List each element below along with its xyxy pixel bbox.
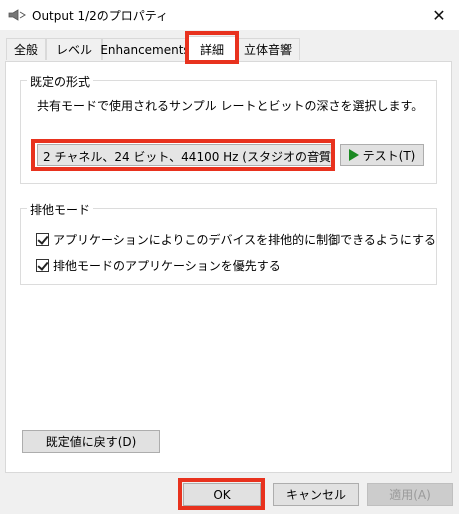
allow-exclusive-control-checkbox[interactable]: アプリケーションによりこのデバイスを排他的に制御できるようにする xyxy=(36,231,436,248)
format-select[interactable]: 2 チャネル、24 ビット、44100 Hz (スタジオの音質) ﹀ xyxy=(37,144,336,166)
default-format-group xyxy=(20,80,437,184)
checkbox-checked-icon[interactable] xyxy=(36,259,49,272)
test-button[interactable]: テスト(T) xyxy=(340,144,424,166)
tab-general[interactable]: 全般 xyxy=(6,38,46,60)
exclusive-priority-label: 排他モードのアプリケーションを優先する xyxy=(53,259,281,273)
title-bar: Output 1/2のプロパティ ✕ xyxy=(0,0,459,30)
speaker-app-icon xyxy=(8,9,26,21)
ok-button[interactable]: OK xyxy=(183,483,261,506)
default-format-description: 共有モードで使用されるサンプル レートとビットの深さを選択します。 xyxy=(37,99,424,113)
tab-enhancements[interactable]: Enhancements xyxy=(100,38,190,60)
exclusive-priority-checkbox[interactable]: 排他モードのアプリケーションを優先する xyxy=(36,257,281,274)
play-icon xyxy=(348,149,359,161)
window-title: Output 1/2のプロパティ xyxy=(32,9,169,23)
cancel-button[interactable]: キャンセル xyxy=(273,483,359,506)
checkbox-checked-icon[interactable] xyxy=(36,233,49,246)
exclusive-mode-group-title: 排他モード xyxy=(27,201,94,218)
tab-levels[interactable]: レベル xyxy=(46,38,102,60)
apply-button[interactable]: 適用(A) xyxy=(367,483,453,506)
test-button-label: テスト(T) xyxy=(362,148,416,163)
restore-defaults-button[interactable]: 既定値に戻す(D) xyxy=(22,430,160,453)
chevron-down-icon: ﹀ xyxy=(315,152,325,163)
tab-spatial-sound[interactable]: 立体音響 xyxy=(236,38,300,60)
allow-exclusive-control-label: アプリケーションによりこのデバイスを排他的に制御できるようにする xyxy=(53,233,437,247)
tab-advanced[interactable]: 詳細 xyxy=(188,36,236,62)
close-icon[interactable]: ✕ xyxy=(419,0,459,30)
format-select-value: 2 チャネル、24 ビット、44100 Hz (スタジオの音質) xyxy=(43,150,336,164)
default-format-group-title: 既定の形式 xyxy=(27,73,94,90)
